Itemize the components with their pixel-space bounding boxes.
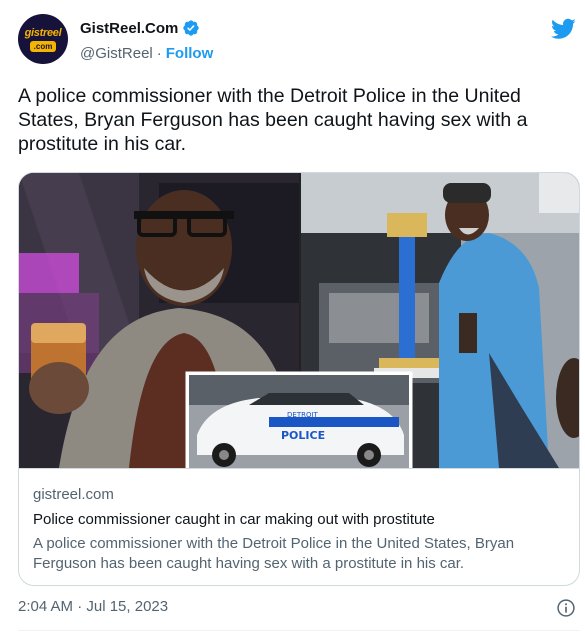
avatar-suffix-text: .com	[30, 41, 56, 52]
avatar-brand-text: gistreel	[24, 27, 62, 39]
handle-row: @GistReel · Follow	[80, 45, 213, 62]
card-description: A police commissioner with the Detroit P…	[33, 535, 515, 572]
tweet-header: gistreel .com GistReel.Com @GistReel · F…	[18, 14, 578, 70]
avatar[interactable]: gistreel .com	[18, 14, 68, 64]
follow-button[interactable]: Follow	[166, 45, 214, 62]
link-card[interactable]: DETROIT POLICE gistreel.com Police commi…	[18, 172, 580, 586]
tweet-footer: 2:04 AM · Jul 15, 2023	[18, 598, 578, 620]
card-image[interactable]: DETROIT POLICE	[19, 173, 579, 468]
card-domain: gistreel.com	[33, 486, 114, 503]
card-title: Police commissioner caught in car making…	[33, 511, 435, 528]
display-name[interactable]: GistReel.Com	[80, 20, 178, 37]
timestamp[interactable]: 2:04 AM · Jul 15, 2023	[18, 598, 168, 615]
name-row: GistReel.Com	[80, 19, 200, 37]
tweet-text: A police commissioner with the Detroit P…	[18, 85, 528, 155]
verified-badge-icon	[183, 20, 200, 36]
divider	[18, 630, 580, 631]
card-meta[interactable]: gistreel.com Police commissioner caught …	[19, 468, 579, 585]
car-text-detroit: DETROIT	[287, 411, 319, 419]
card-photo-collage: DETROIT POLICE	[19, 173, 579, 468]
handle[interactable]: @GistReel	[80, 45, 153, 62]
separator: ·	[156, 45, 162, 62]
twitter-bird-icon[interactable]	[551, 16, 576, 41]
info-icon[interactable]	[556, 598, 576, 618]
car-text-police: POLICE	[281, 429, 325, 442]
